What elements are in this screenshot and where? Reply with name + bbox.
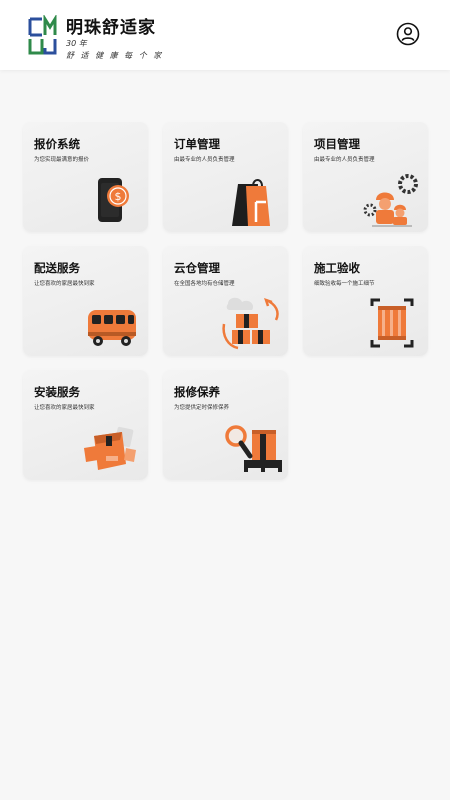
- card-desc: 让您喜欢的家居最快到家: [34, 405, 95, 411]
- card-desc: 由最专业的人员负责管理: [314, 157, 375, 163]
- service-card-installation[interactable]: 安装服务 让您喜欢的家居最快到家: [23, 370, 148, 480]
- delivery-van-icon: [78, 294, 148, 356]
- card-title: 订单管理: [174, 137, 220, 151]
- service-card-repair[interactable]: 报修保养 为您提供定时保修保养: [163, 370, 288, 480]
- package-hands-icon: [78, 418, 148, 480]
- card-title: 施工验收: [314, 261, 360, 275]
- card-title: 报修保养: [174, 385, 220, 399]
- phone-dollar-icon: $: [78, 170, 148, 232]
- repair-magnifier-icon: [218, 418, 288, 480]
- user-circle-icon[interactable]: [396, 22, 420, 46]
- card-title: 报价系统: [34, 137, 80, 151]
- workers-gear-icon: [358, 170, 428, 232]
- card-title: 安装服务: [34, 385, 80, 399]
- card-desc: 在全国各地均有仓储管理: [174, 281, 235, 287]
- card-desc: 细致验收每一个施工细节: [314, 281, 375, 287]
- svg-text:$: $: [115, 190, 122, 203]
- card-desc: 为您提供定时保修保养: [174, 405, 230, 411]
- card-title: 云仓管理: [174, 261, 220, 275]
- service-card-project[interactable]: 项目管理 由最专业的人员负责管理: [303, 122, 428, 232]
- service-card-delivery[interactable]: 配送服务 让您喜欢的家居最快到家: [23, 246, 148, 356]
- brand-logo-icon: [26, 13, 60, 59]
- card-desc: 由最专业的人员负责管理: [174, 157, 235, 163]
- app-header: 明珠舒适家 30 年 舒 适 健 康 每 个 家: [0, 0, 450, 70]
- crate-inspection-icon: [358, 294, 428, 356]
- brand-name: 明珠舒适家: [66, 18, 156, 38]
- service-card-inspection[interactable]: 施工验收 细致验收每一个施工细节: [303, 246, 428, 356]
- service-card-quote[interactable]: 报价系统 为您实现最满意的报价 $: [23, 122, 148, 232]
- card-title: 项目管理: [314, 137, 360, 151]
- shopping-bag-icon: [218, 170, 288, 232]
- brand-slogan: 舒 适 健 康 每 个 家: [66, 51, 164, 60]
- cloud-warehouse-icon: [218, 294, 288, 356]
- card-title: 配送服务: [34, 261, 80, 275]
- card-desc: 为您实现最满意的报价: [34, 157, 90, 163]
- service-card-cloud-warehouse[interactable]: 云仓管理 在全国各地均有仓储管理: [163, 246, 288, 356]
- service-card-order[interactable]: 订单管理 由最专业的人员负责管理: [163, 122, 288, 232]
- brand-years: 30 年: [66, 39, 87, 48]
- card-desc: 让您喜欢的家居最快到家: [34, 281, 95, 287]
